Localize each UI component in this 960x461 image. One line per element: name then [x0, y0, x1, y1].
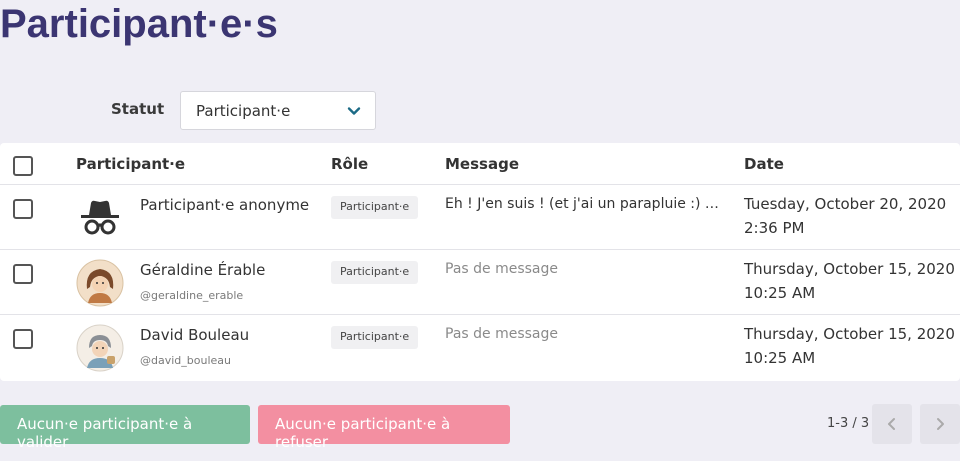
participant-message: Eh ! J'en suis ! (et j'ai un parapluie :…: [445, 196, 720, 212]
table-row: Participant·e anonyme Participant·e Eh !…: [0, 185, 960, 250]
status-filter-select[interactable]: Participant·e: [180, 91, 376, 130]
date-time: 10:25 AM: [744, 349, 816, 367]
header-message[interactable]: Message: [445, 155, 519, 173]
status-filter-label: Statut: [111, 100, 165, 118]
incognito-icon: [81, 200, 119, 235]
header-date[interactable]: Date: [744, 155, 784, 173]
date-time: 2:36 PM: [744, 219, 805, 237]
user-avatar[interactable]: [76, 259, 124, 307]
select-all-checkbox[interactable]: [13, 156, 33, 176]
role-badge: Participant·e: [331, 196, 419, 219]
participants-table: Participant·e Rôle Message Date Particip…: [0, 143, 960, 381]
participant-message: Pas de message: [445, 326, 559, 342]
row-checkbox[interactable]: [13, 329, 33, 349]
row-checkbox[interactable]: [13, 199, 33, 219]
chevron-right-icon: [937, 418, 944, 430]
participant-date: Thursday, October 15, 2020 10:25 AM: [744, 322, 955, 370]
page-title: Participant·e·s: [0, 2, 278, 46]
participant-name: David Bouleau: [140, 326, 250, 344]
participant-date: Tuesday, October 20, 2020 2:36 PM: [744, 192, 946, 240]
role-badge: Participant·e: [331, 261, 419, 284]
participant-date: Thursday, October 15, 2020 10:25 AM: [744, 257, 955, 305]
refuse-participants-button[interactable]: Aucun·e participant·e à refuser: [258, 405, 510, 451]
table-row: David Bouleau @david_bouleau Participant…: [0, 315, 960, 381]
date-time: 10:25 AM: [744, 284, 816, 302]
header-role[interactable]: Rôle: [331, 155, 368, 173]
table-row: Géraldine Érable @geraldine_erable Parti…: [0, 250, 960, 315]
date-day: Thursday, October 15, 2020: [744, 260, 955, 278]
header-participant[interactable]: Participant·e: [76, 155, 185, 173]
previous-page-button[interactable]: [872, 404, 912, 444]
chevron-left-icon: [888, 418, 895, 430]
table-header: Participant·e Rôle Message Date: [0, 143, 960, 185]
status-filter-value: Participant·e: [196, 102, 291, 120]
chevron-down-icon: [347, 107, 361, 115]
participant-name: Géraldine Érable: [140, 261, 266, 279]
participant-name: Participant·e anonyme: [140, 196, 310, 214]
participant-username: @geraldine_erable: [140, 289, 244, 302]
role-badge: Participant·e: [331, 326, 419, 349]
pagination-info: 1-3 / 3: [827, 416, 870, 431]
participant-username: @david_bouleau: [140, 354, 231, 367]
date-day: Tuesday, October 20, 2020: [744, 195, 947, 213]
next-page-button[interactable]: [920, 404, 960, 444]
row-checkbox[interactable]: [13, 264, 33, 284]
date-day: Thursday, October 15, 2020: [744, 325, 955, 343]
user-avatar[interactable]: [76, 324, 124, 372]
validate-participants-button[interactable]: Aucun·e participant·e à valider: [0, 405, 250, 451]
participant-message: Pas de message: [445, 261, 559, 277]
